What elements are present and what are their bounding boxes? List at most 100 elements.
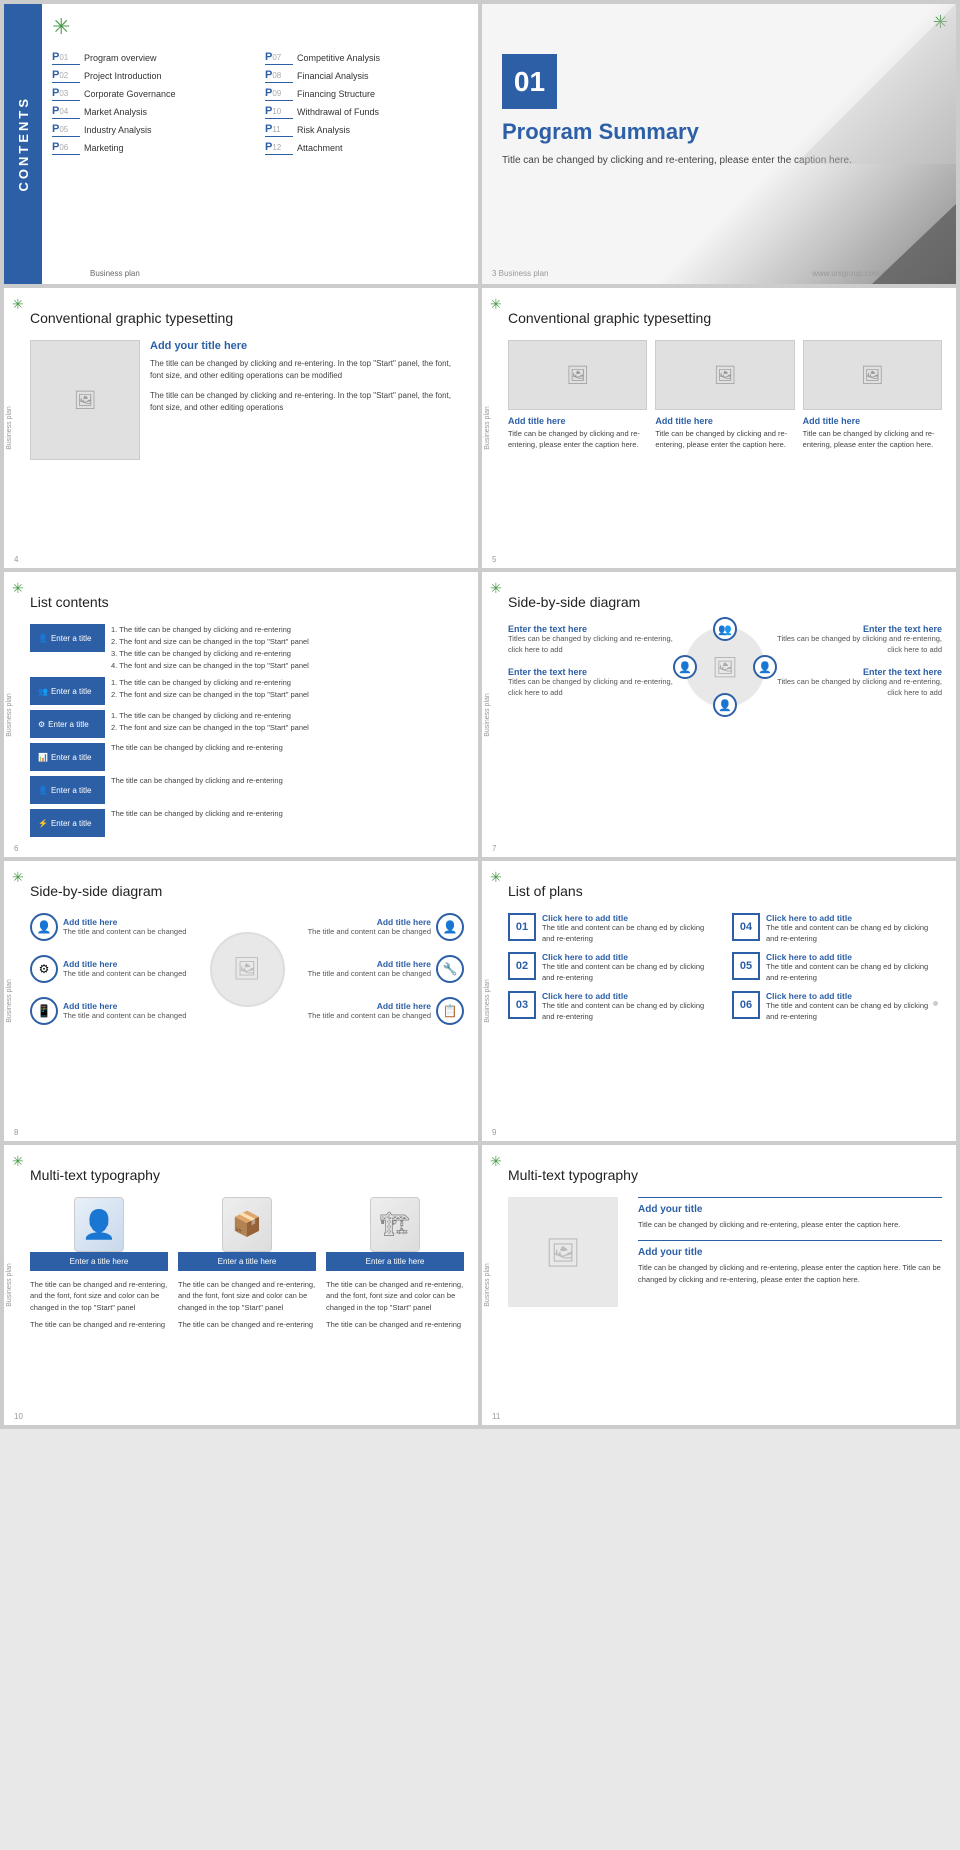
mtt-r-layout: 🖼 Add your title Title can be changed by… <box>508 1197 942 1307</box>
list-button[interactable]: 📊 Enter a title <box>30 743 105 771</box>
sbs-item-title: Enter the text here <box>776 624 942 634</box>
snowflake-icon: ✳ <box>12 580 24 597</box>
list-item: P09 Financing Structure <box>265 87 468 101</box>
footer-left: 3 Business plan <box>492 269 548 278</box>
list-row: 👤 Enter a title The title can be changed… <box>30 776 464 804</box>
footer-label: Business plan <box>90 269 140 278</box>
slide-number: 5 <box>492 555 496 564</box>
plan-content: Click here to add title The title and co… <box>766 991 942 1022</box>
cgt-content: 🖼 Add your title here The title can be c… <box>30 340 464 460</box>
page-label: Project Introduction <box>84 71 162 81</box>
sbs-center-circle: 🖼 👥 👤 👤 👤 <box>685 627 765 707</box>
slide-cgt-right: ✳ Conventional graphic typesetting 🖼 Add… <box>482 288 956 568</box>
summary-number: 01 <box>502 54 557 109</box>
page-label: Risk Analysis <box>297 125 350 135</box>
mtt-col-2: 📦 Enter a title here The title can be ch… <box>178 1197 316 1330</box>
list-item: P06 Marketing <box>52 141 255 155</box>
sbs2-item: Add title here The title and content can… <box>295 997 464 1025</box>
page-label: Competitive Analysis <box>297 53 380 63</box>
list-item: P12 Attachment <box>265 141 468 155</box>
list-btn-icon: ⚙ <box>38 720 45 729</box>
contents-logo: ✳ <box>52 14 70 40</box>
plan-content: Click here to add title The title and co… <box>542 952 718 983</box>
list-row: ⚡ Enter a title The title can be changed… <box>30 809 464 837</box>
sbs2-icon: ⚙ <box>30 955 58 983</box>
page-num: P03 <box>52 87 80 101</box>
page-num: P10 <box>265 105 293 119</box>
page-label: Attachment <box>297 143 343 153</box>
slide-number: 9 <box>492 1128 496 1137</box>
plan-item: 02 Click here to add title The title and… <box>508 952 718 983</box>
snowflake-icon: ✳ <box>12 296 24 313</box>
slide-list-contents: ✳ List contents 👤 Enter a title 1. The t… <box>4 572 478 857</box>
sbs2-text: Add title here The title and content can… <box>63 917 186 937</box>
list-item: P02 Project Introduction <box>52 69 255 83</box>
slide-number: 4 <box>14 555 18 564</box>
list-btn-icon: 👥 <box>38 687 48 696</box>
slide-mtt-left: ✳ Multi-text typography 👤 Enter a title … <box>4 1145 478 1425</box>
slide-number: 10 <box>14 1412 23 1421</box>
list-text: 1. The title can be changed by clicking … <box>111 677 309 701</box>
sbs-item: Enter the text here Titles can be change… <box>508 624 674 655</box>
slide-title: List of plans <box>508 883 942 899</box>
plan-num: 02 <box>508 952 536 980</box>
slide-title: Side-by-side diagram <box>30 883 464 899</box>
plan-num: 01 <box>508 913 536 941</box>
plan-num: 04 <box>732 913 760 941</box>
list-button[interactable]: 👤 Enter a title <box>30 776 105 804</box>
snowflake-icon: ✳ <box>490 869 502 886</box>
plan-desc: The title and content can be chang ed by… <box>542 923 718 944</box>
slide-sbs2: ✳ Side-by-side diagram 👤 Add title here … <box>4 861 478 1141</box>
page-label: Financing Structure <box>297 89 375 99</box>
summary-desc: Title can be changed by clicking and re-… <box>502 153 936 168</box>
col-heading: Add title here <box>655 416 794 426</box>
list-btn-icon: 📊 <box>38 753 48 762</box>
list-btn-label: Enter a title <box>51 634 91 643</box>
list-item: P05 Industry Analysis <box>52 123 255 137</box>
snowflake-icon: ✳ <box>490 296 502 313</box>
slide-title: List contents <box>30 594 464 610</box>
list-button[interactable]: ⚡ Enter a title <box>30 809 105 837</box>
side-label: Business plan <box>4 975 15 1027</box>
plan-title: Click here to add title <box>542 952 718 962</box>
mtt-r-heading2: Add your title <box>638 1247 942 1258</box>
plan-num: 05 <box>732 952 760 980</box>
plan-title: Click here to add title <box>542 913 718 923</box>
sbs-item-title: Enter the text here <box>508 624 674 634</box>
contents-sidebar: CONTENTS <box>4 4 42 284</box>
list-row: 👤 Enter a title 1. The title can be chan… <box>30 624 464 672</box>
mtt-body2: The title can be changed and re-entering <box>178 1319 316 1330</box>
slide-number: 6 <box>14 844 18 853</box>
list-btn-label: Enter a title <box>51 786 91 795</box>
plan-title: Click here to add title <box>766 991 942 1001</box>
page-num: P04 <box>52 105 80 119</box>
sbs2-item: 📱 Add title here The title and content c… <box>30 997 199 1025</box>
slide-contents: CONTENTS ✳ P01 Program overview P07 Comp… <box>4 4 478 284</box>
sbs2-title: Add title here <box>63 1001 186 1011</box>
list-button[interactable]: ⚙ Enter a title <box>30 710 105 738</box>
list-btn-icon: 👤 <box>38 634 48 643</box>
list-rows: 👤 Enter a title 1. The title can be chan… <box>30 624 464 837</box>
mtt-r-divider <box>638 1197 942 1198</box>
list-btn-label: Enter a title <box>51 753 91 762</box>
slide-list-plans: ✳ List of plans 01 Click here to add tit… <box>482 861 956 1141</box>
sbs2-icon: 🔧 <box>436 955 464 983</box>
three-col-layout: 🖼 Add title here Title can be changed by… <box>508 340 942 450</box>
slide-program-summary: ✳ 01 Program Summary Title can be change… <box>482 4 956 284</box>
mtt-title-bar: Enter a title here <box>326 1252 464 1271</box>
plan-title: Click here to add title <box>766 952 942 962</box>
slide-number: 11 <box>492 1412 500 1421</box>
sbs2-desc: The title and content can be changed <box>308 1011 431 1021</box>
sbs-item: Enter the text here Titles can be change… <box>508 667 674 698</box>
mtt-r-divider <box>638 1240 942 1241</box>
list-button[interactable]: 👤 Enter a title <box>30 624 105 652</box>
mtt-icon: 🏗 <box>370 1197 420 1252</box>
list-button[interactable]: 👥 Enter a title <box>30 677 105 705</box>
page-label: Market Analysis <box>84 107 147 117</box>
page-num: P06 <box>52 141 80 155</box>
plan-desc: The title and content can be chang ed by… <box>766 962 942 983</box>
mtt-body1: The title can be changed and re-entering… <box>326 1279 464 1313</box>
slide-sbs-right: ✳ Side-by-side diagram Enter the text he… <box>482 572 956 857</box>
sbs2-icon: 📱 <box>30 997 58 1025</box>
orbit-icon: 👤 <box>673 655 697 679</box>
